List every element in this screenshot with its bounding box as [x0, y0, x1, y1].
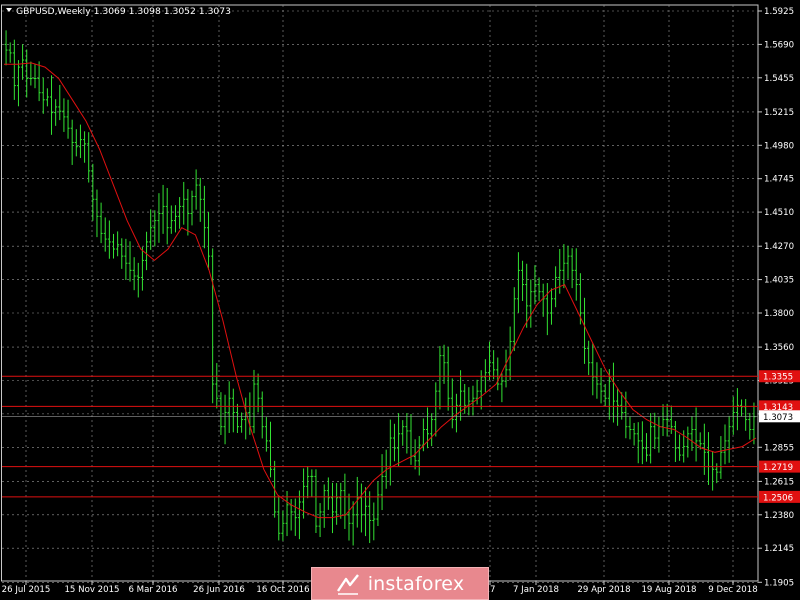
y-tick-label: 1.4270	[764, 242, 794, 252]
y-tick-label: 1.1905	[764, 578, 794, 588]
x-tick-label: 29 Apr 2018	[577, 585, 630, 595]
y-tick-label: 1.5455	[764, 74, 794, 84]
instaforex-watermark: instaforex	[311, 567, 489, 600]
x-tick-label: 26 Jun 2016	[193, 585, 245, 595]
y-tick-label: 1.4035	[764, 276, 794, 286]
x-tick-label: 16 Oct 2016	[256, 585, 309, 595]
x-tick-label: 19 Aug 2018	[641, 585, 696, 595]
current-price-label: 1.3073	[763, 413, 793, 423]
x-tick-label: 7 Jan 2018	[513, 585, 559, 595]
y-tick-label: 1.3800	[764, 309, 794, 319]
plot-frame	[1, 4, 759, 582]
y-tick-label: 1.2855	[764, 443, 794, 453]
x-tick-label: 6 Mar 2016	[128, 585, 177, 595]
chart-window: 1.5925 1.5690 1.5455 1.5215 1.4980 1.4745 1.45…	[0, 0, 800, 600]
y-tick-label: 1.5690	[764, 40, 794, 50]
y-tick-label: 1.4510	[764, 208, 794, 218]
instaforex-logo-icon	[336, 573, 359, 595]
y-tick-label: 1.5215	[764, 108, 794, 118]
level-label: 1.3355	[763, 373, 793, 383]
x-tick-label: 9 Dec 2018	[708, 585, 757, 595]
x-tick-label: 26 Jul 2015	[2, 585, 51, 595]
watermark-text: instaforex	[367, 572, 465, 595]
chart-header: GBPUSD,Weekly 1.3069 1.3098 1.3052 1.307…	[16, 6, 231, 17]
y-tick-label: 1.2145	[764, 544, 794, 554]
dropdown-arrow-icon	[6, 8, 12, 12]
y-tick-label: 1.2380	[764, 511, 794, 521]
y-tick-label: 1.2615	[764, 477, 794, 487]
level-label: 1.2719	[763, 463, 793, 473]
y-tick-label: 1.3560	[764, 343, 794, 353]
y-tick-label: 1.4980	[764, 141, 794, 151]
y-tick-label: 1.4745	[764, 175, 794, 185]
moving-average-line	[4, 62, 757, 519]
level-label: 1.2506	[763, 493, 793, 503]
y-tick-label: 1.5925	[764, 7, 794, 17]
price-chart[interactable]: 1.5925 1.5690 1.5455 1.5215 1.4980 1.4745 1.45…	[0, 0, 800, 600]
x-tick-label: 15 Nov 2015	[64, 585, 119, 595]
